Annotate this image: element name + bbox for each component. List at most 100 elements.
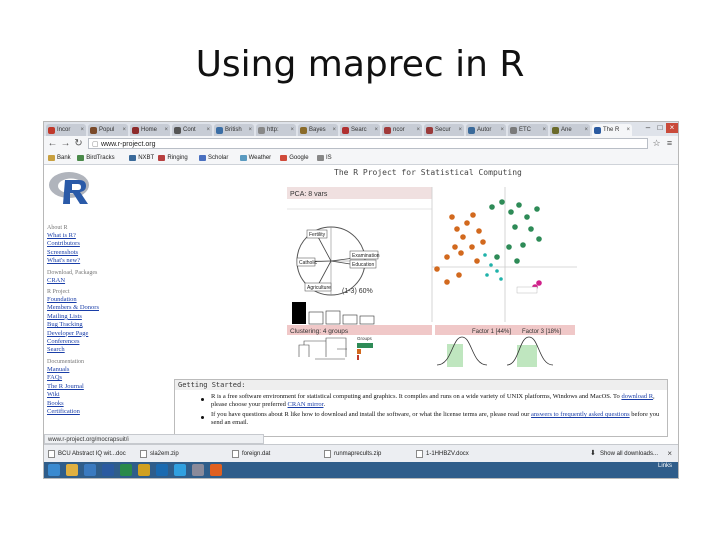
r-icon[interactable] (192, 464, 204, 476)
maximize-icon[interactable]: □ (654, 123, 666, 133)
tab-close-icon[interactable]: × (542, 124, 546, 136)
browser-tab[interactable]: Secur × (424, 124, 464, 136)
download-item[interactable]: 1-1HHBZV.docx (416, 448, 469, 460)
tab-close-icon[interactable]: × (626, 124, 630, 136)
tab-close-icon[interactable]: × (122, 124, 126, 136)
faq-link[interactable]: answers to frequently asked questions (531, 411, 630, 418)
browser-tab[interactable]: The R × (592, 124, 632, 136)
sidebar-link[interactable]: Mailing Lists (47, 313, 167, 321)
download-item[interactable]: BCU Abstract IQ wit...doc (48, 448, 126, 460)
download-item[interactable]: foreign.dat (232, 448, 270, 460)
tab-close-icon[interactable]: × (374, 124, 378, 136)
download-r-link[interactable]: download R (621, 393, 653, 400)
sidebar-link[interactable]: Manuals (47, 366, 167, 374)
sidebar-link[interactable]: Screenshots (47, 249, 167, 257)
chrome-icon[interactable] (138, 464, 150, 476)
tab-close-icon[interactable]: × (416, 124, 420, 136)
pca-label-agriculture: Agriculture (307, 285, 331, 291)
scatter-point (454, 226, 460, 232)
sidebar-link[interactable]: Books (47, 400, 167, 408)
sidebar-link[interactable]: Bug Tracking (47, 321, 167, 329)
browser-tab[interactable]: Popul × (88, 124, 128, 136)
download-item[interactable]: sla2em.zip (140, 448, 179, 460)
bookmark-item[interactable]: NXBT (129, 153, 154, 163)
close-icon[interactable]: × (666, 123, 678, 133)
tab-close-icon[interactable]: × (206, 124, 210, 136)
bookmark-label: BirdTracks (86, 155, 115, 161)
show-all-downloads[interactable]: ⬇ Show all downloads... (590, 448, 658, 460)
tab-label: Cont (183, 127, 196, 133)
skype-icon[interactable] (174, 464, 186, 476)
word-icon[interactable] (102, 464, 114, 476)
minimize-icon[interactable]: – (642, 123, 654, 133)
browser-tab[interactable]: http: × (256, 124, 296, 136)
close-downloads-icon[interactable]: × (667, 448, 672, 460)
start-icon[interactable] (48, 464, 60, 476)
browser-tab[interactable]: Ane × (550, 124, 590, 136)
tab-label: The R (603, 127, 620, 133)
tab-close-icon[interactable]: × (290, 124, 294, 136)
browser-tab[interactable]: Autor × (466, 124, 506, 136)
getting-started-text-2: If you have questions about R like how t… (211, 411, 661, 427)
scatter-point (506, 244, 512, 250)
menu-icon[interactable]: ≡ (664, 138, 675, 149)
tab-favicon-icon (510, 127, 517, 134)
explorer-icon[interactable] (66, 464, 78, 476)
sidebar-link[interactable]: What is R? (47, 232, 167, 240)
r-logo-icon[interactable] (47, 168, 95, 206)
sidebar-link[interactable]: The R Journal (47, 383, 167, 391)
sidebar-link[interactable]: Certification (47, 408, 167, 416)
sidebar-link[interactable]: Search (47, 346, 167, 354)
bookmark-item[interactable]: Google (280, 153, 309, 163)
sidebar-link[interactable]: CRAN (47, 277, 167, 285)
bookmark-item[interactable]: Ringing (158, 153, 188, 163)
site-title: The R Project for Statistical Computing (334, 168, 522, 177)
sidebar-link[interactable]: Conferences (47, 338, 167, 346)
forward-icon[interactable]: → (60, 138, 71, 149)
sidebar-link[interactable]: Developer Page (47, 330, 167, 338)
address-bar[interactable]: ▢ www.r-project.org (88, 138, 648, 149)
browser-tab[interactable]: Searc × (340, 124, 380, 136)
tab-close-icon[interactable]: × (80, 124, 84, 136)
status-bar: www.r-project.org/mocrapsuit/i (44, 434, 264, 444)
file-icon (416, 450, 423, 458)
tab-close-icon[interactable]: × (164, 124, 168, 136)
tab-favicon-icon (258, 127, 265, 134)
sidebar-link[interactable]: Wiki (47, 391, 167, 399)
reload-icon[interactable]: ↻ (73, 138, 84, 149)
excel-icon[interactable] (120, 464, 132, 476)
bookmark-item[interactable]: Weather (239, 153, 271, 163)
star-icon[interactable]: ☆ (651, 138, 662, 149)
bookmark-item[interactable]: BirdTracks (77, 153, 115, 163)
outlook-icon[interactable] (156, 464, 168, 476)
sidebar-link[interactable]: Contributors (47, 240, 167, 248)
sidebar-link[interactable]: What's new? (47, 257, 167, 265)
browser-tab[interactable]: Bayes × (298, 124, 338, 136)
bookmark-item[interactable]: IS (317, 153, 332, 163)
back-icon[interactable]: ← (47, 138, 58, 149)
sidebar-link[interactable]: Foundation (47, 296, 167, 304)
bookmark-item[interactable]: Scholar (199, 153, 228, 163)
sidebar-link[interactable]: FAQs (47, 374, 167, 382)
browser-tab[interactable]: ncor × (382, 124, 422, 136)
bookmark-item[interactable]: Bank (48, 153, 71, 163)
browser-tab[interactable]: Home × (130, 124, 170, 136)
sidebar-link[interactable]: Members & Donors (47, 304, 167, 312)
tab-close-icon[interactable]: × (248, 124, 252, 136)
browser-tab[interactable]: Incor × (46, 124, 86, 136)
scatter-point (464, 220, 470, 226)
ie-icon[interactable] (84, 464, 96, 476)
tab-favicon-icon (174, 127, 181, 134)
firefox-icon[interactable] (210, 464, 222, 476)
cran-mirror-link[interactable]: CRAN mirror (288, 401, 324, 408)
tab-close-icon[interactable]: × (584, 124, 588, 136)
browser-tab[interactable]: British × (214, 124, 254, 136)
tab-close-icon[interactable]: × (500, 124, 504, 136)
tab-close-icon[interactable]: × (332, 124, 336, 136)
browser-tab[interactable]: Cont × (172, 124, 212, 136)
sidebar-nav: About R What is R? Contributors Screenshots… (47, 221, 167, 416)
download-item[interactable]: runmaprecults.zip (324, 448, 381, 460)
tab-close-icon[interactable]: × (458, 124, 462, 136)
browser-tab[interactable]: ETC × (508, 124, 548, 136)
bookmark-label: Ringing (167, 155, 188, 161)
